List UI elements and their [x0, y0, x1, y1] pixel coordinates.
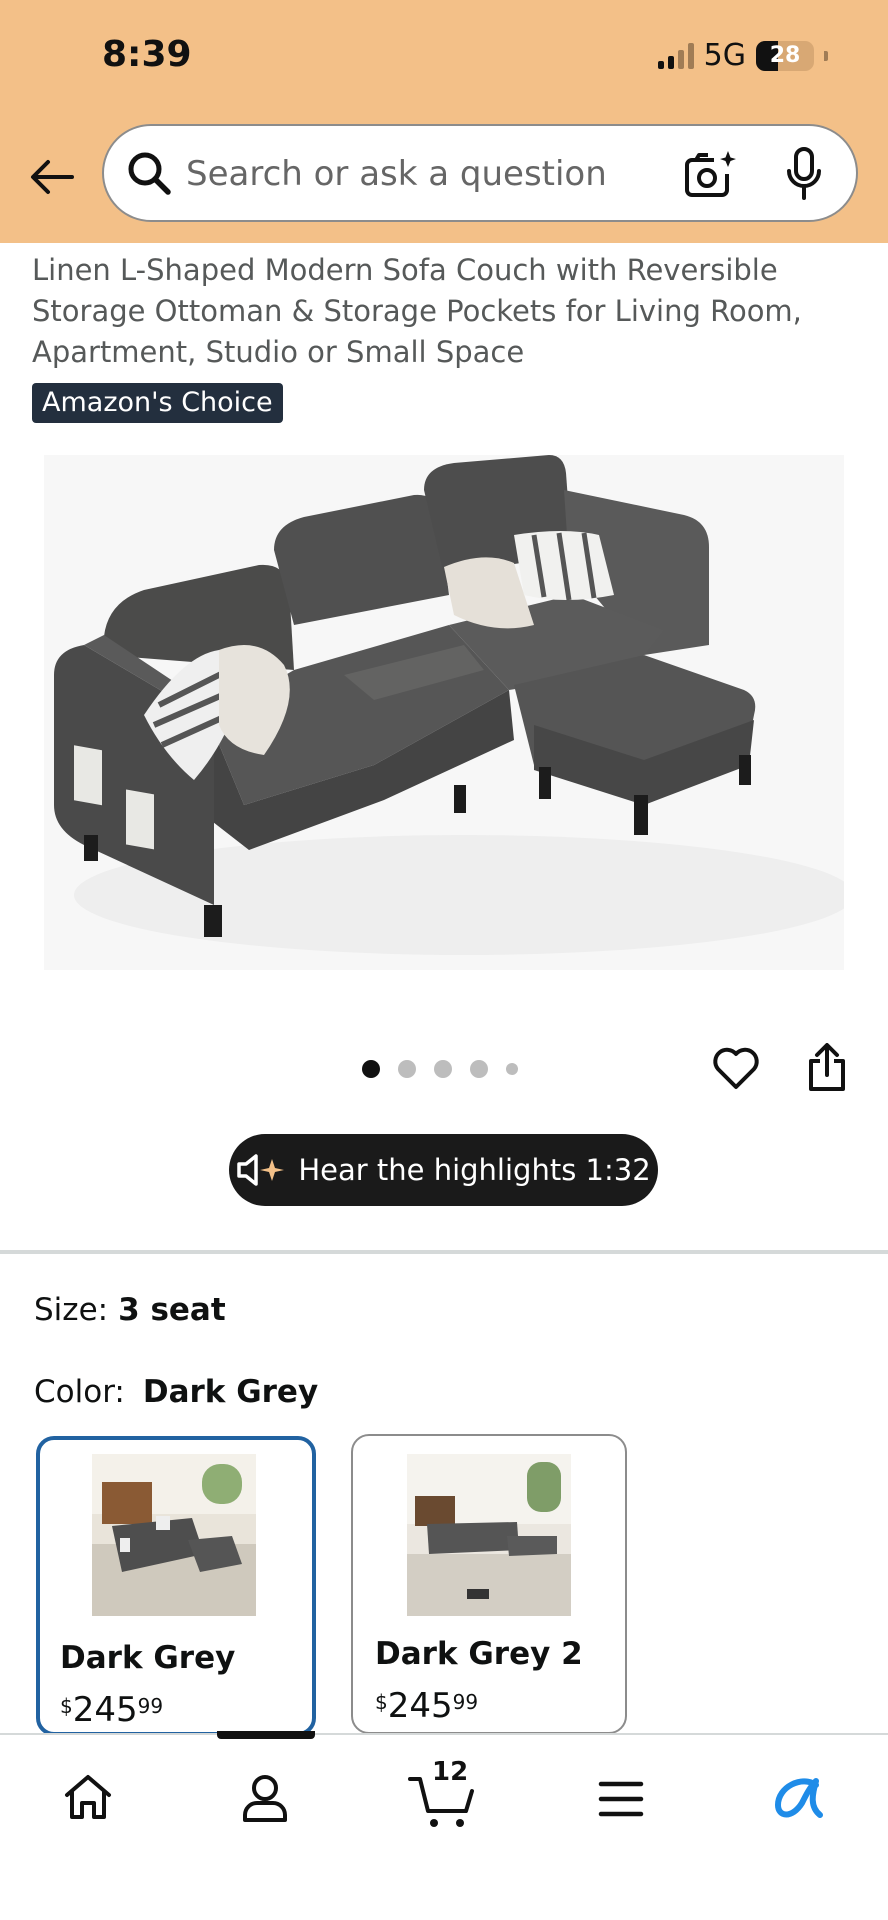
heart-icon[interactable]	[712, 1045, 760, 1091]
color-selector-label: Color: Dark Grey	[34, 1374, 318, 1410]
size-label: Size:	[34, 1292, 109, 1328]
carousel-dot[interactable]	[434, 1060, 452, 1078]
hear-highlights-label: Hear the highlights 1:32	[298, 1153, 651, 1187]
status-indicators: 5G 28	[657, 38, 828, 73]
app-header: 8:39 5G 28	[0, 0, 888, 243]
amazons-choice-badge: Amazon's Choice	[32, 383, 283, 423]
carousel-dot[interactable]	[362, 1060, 380, 1078]
search-icon	[128, 152, 171, 195]
image-carousel-dots[interactable]	[362, 1060, 518, 1078]
color-value: Dark Grey	[142, 1374, 319, 1410]
menu-icon[interactable]	[598, 1779, 644, 1819]
share-icon[interactable]	[806, 1043, 848, 1093]
bottom-navigation: 12	[0, 1731, 888, 1920]
section-divider	[0, 1250, 888, 1254]
hear-highlights-button[interactable]: Hear the highlights 1:32	[229, 1134, 658, 1206]
carousel-dot[interactable]	[470, 1060, 488, 1078]
swatch-price: $24599	[60, 1690, 163, 1730]
swatch-thumbnail	[92, 1454, 256, 1616]
battery-icon: 28	[756, 40, 814, 71]
camera-search-icon[interactable]	[684, 150, 736, 198]
home-icon[interactable]	[62, 1773, 114, 1821]
rufus-icon[interactable]	[772, 1773, 824, 1821]
size-value: 3 seat	[118, 1292, 226, 1328]
cellular-signal-icon	[657, 42, 694, 69]
color-swatch-dark-grey[interactable]: Dark Grey $24599	[36, 1436, 316, 1736]
microphone-icon[interactable]	[784, 146, 824, 202]
price-currency: $	[375, 1690, 388, 1714]
carousel-dot[interactable]	[506, 1063, 518, 1075]
color-label: Color:	[34, 1374, 125, 1410]
price-whole: 245	[72, 1690, 138, 1730]
account-icon[interactable]	[240, 1773, 290, 1823]
battery-percent: 28	[769, 43, 801, 68]
swatch-thumbnail	[407, 1454, 571, 1616]
size-selector-label: Size: 3 seat	[34, 1292, 226, 1328]
price-cents: 99	[137, 1694, 164, 1718]
swatch-price: $24599	[375, 1686, 478, 1726]
battery-cap	[824, 50, 828, 61]
price-currency: $	[60, 1694, 73, 1718]
speaker-sparkle-icon	[237, 1154, 285, 1186]
product-image[interactable]	[44, 455, 844, 970]
color-swatch-dark-grey-2[interactable]: Dark Grey 2 $24599	[351, 1434, 627, 1734]
carousel-dot[interactable]	[398, 1060, 416, 1078]
price-cents: 99	[452, 1690, 479, 1714]
price-whole: 245	[387, 1686, 453, 1726]
cart-icon[interactable]	[408, 1773, 476, 1829]
active-tab-indicator	[217, 1731, 315, 1739]
swatch-name: Dark Grey	[60, 1640, 236, 1676]
search-input[interactable]	[186, 148, 656, 200]
swatch-name: Dark Grey 2	[375, 1636, 583, 1672]
status-time: 8:39	[102, 34, 192, 75]
back-arrow-icon[interactable]	[28, 153, 76, 201]
network-type: 5G	[703, 38, 746, 73]
product-title[interactable]: Linen L-Shaped Modern Sofa Couch with Re…	[32, 250, 862, 373]
search-bar[interactable]	[102, 124, 858, 222]
